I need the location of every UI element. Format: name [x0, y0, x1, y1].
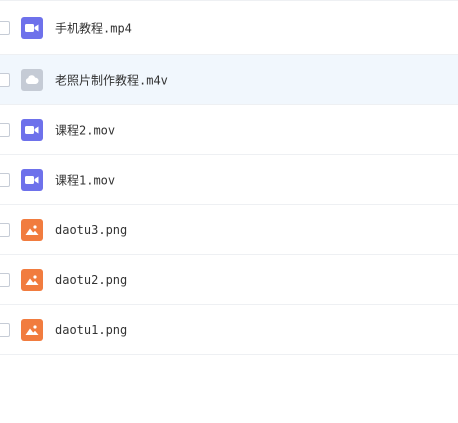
row-checkbox[interactable]: [0, 272, 10, 287]
file-row[interactable]: 老照片制作教程.m4v: [0, 55, 458, 105]
row-checkbox[interactable]: [0, 20, 10, 35]
file-row[interactable]: daotu3.png: [0, 205, 458, 255]
file-name[interactable]: 手机教程.mp4: [55, 19, 132, 36]
row-checkbox[interactable]: [0, 172, 10, 187]
file-row[interactable]: 课程2.mov: [0, 105, 458, 155]
file-row[interactable]: 课程1.mov: [0, 155, 458, 205]
image-icon: [21, 318, 43, 341]
file-row[interactable]: 手机教程.mp4: [0, 0, 458, 55]
row-checkbox[interactable]: [0, 72, 10, 87]
image-icon: [21, 268, 43, 291]
video-icon: [21, 118, 43, 141]
file-name[interactable]: 课程1.mov: [55, 171, 115, 188]
file-name[interactable]: 课程2.mov: [55, 121, 115, 138]
file-name[interactable]: daotu1.png: [55, 323, 127, 337]
file-row[interactable]: daotu1.png: [0, 305, 458, 355]
image-icon: [21, 218, 43, 241]
row-checkbox[interactable]: [0, 122, 10, 137]
file-list: 手机教程.mp4 老照片制作教程.m4v 课程2.mov 课程1.mov dao…: [0, 0, 458, 355]
video-icon: [21, 168, 43, 191]
video-icon: [21, 16, 43, 39]
file-name[interactable]: daotu3.png: [55, 223, 127, 237]
row-checkbox[interactable]: [0, 222, 10, 237]
row-checkbox[interactable]: [0, 322, 10, 337]
file-name[interactable]: 老照片制作教程.m4v: [55, 71, 168, 88]
file-name[interactable]: daotu2.png: [55, 273, 127, 287]
file-row[interactable]: daotu2.png: [0, 255, 458, 305]
cloud-icon: [21, 68, 43, 91]
